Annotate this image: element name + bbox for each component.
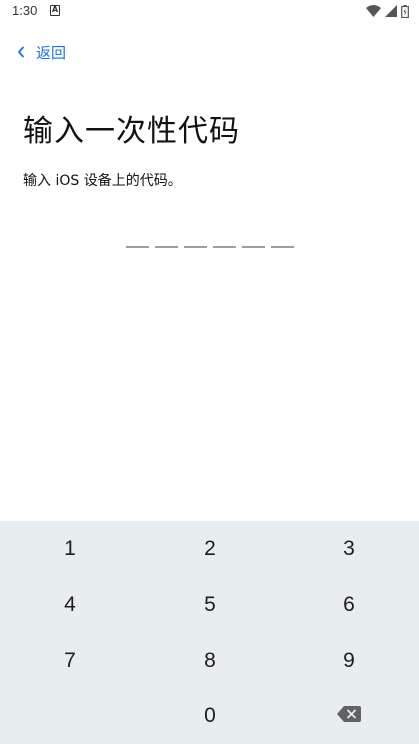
key-3[interactable]: 3 xyxy=(279,521,419,577)
key-0[interactable]: 0 xyxy=(140,688,280,744)
back-label: 返回 xyxy=(36,43,67,62)
back-button[interactable]: 返回 xyxy=(16,40,66,64)
key-4[interactable]: 4 xyxy=(0,577,140,633)
key-2[interactable]: 2 xyxy=(140,521,280,577)
code-slot[interactable] xyxy=(155,246,178,248)
battery-icon xyxy=(401,4,409,18)
key-7[interactable]: 7 xyxy=(0,633,140,689)
code-slot[interactable] xyxy=(126,246,149,248)
status-bar: 1:30 A xyxy=(0,0,419,24)
signal-icon xyxy=(385,5,397,17)
key-1[interactable]: 1 xyxy=(0,521,140,577)
chevron-left-icon xyxy=(16,43,26,62)
status-icons xyxy=(366,4,409,18)
code-slot[interactable] xyxy=(213,246,236,248)
code-slot[interactable] xyxy=(271,246,294,248)
key-6[interactable]: 6 xyxy=(279,577,419,633)
page-subtitle: 输入 iOS 设备上的代码。 xyxy=(23,173,182,189)
code-slot[interactable] xyxy=(242,246,265,248)
backspace-icon xyxy=(337,704,361,728)
key-5[interactable]: 5 xyxy=(140,577,280,633)
a-icon: A xyxy=(50,5,60,16)
code-slot[interactable] xyxy=(184,246,207,248)
wifi-icon xyxy=(366,5,381,17)
delete-button[interactable] xyxy=(279,688,419,744)
status-time: 1:30 xyxy=(12,3,38,18)
code-input[interactable] xyxy=(126,246,294,248)
numeric-keypad: 1 2 3 4 5 6 7 8 9 0 xyxy=(0,521,419,744)
key-9[interactable]: 9 xyxy=(279,633,419,689)
key-8[interactable]: 8 xyxy=(140,633,280,689)
page-title: 输入一次性代码 xyxy=(23,114,240,149)
